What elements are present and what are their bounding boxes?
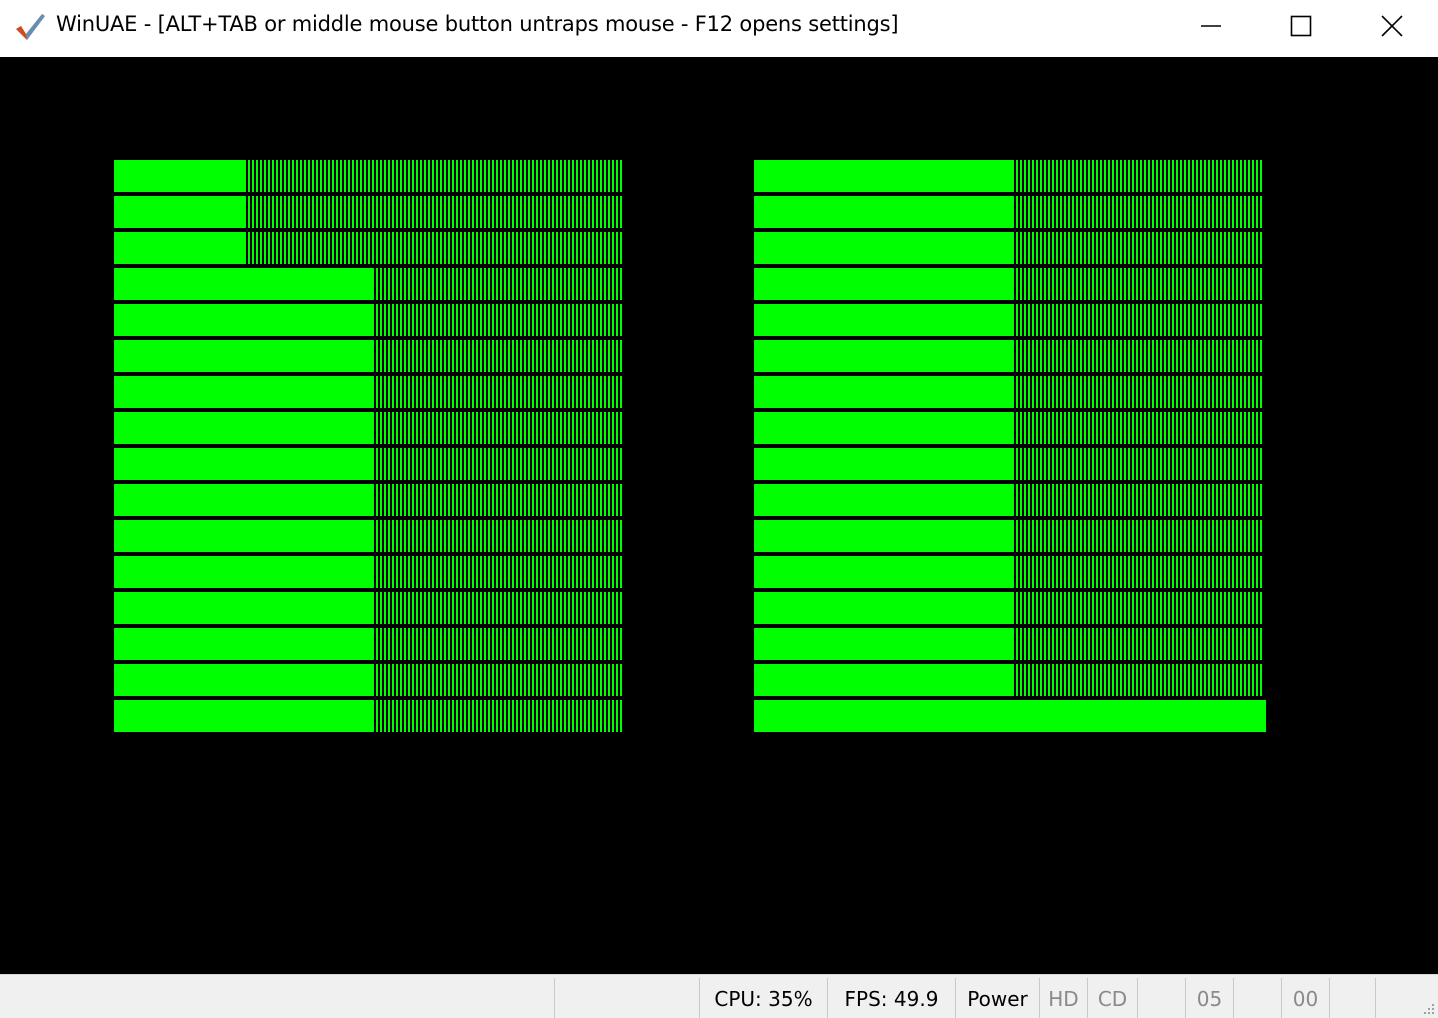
right-stripe-bar bbox=[1016, 196, 1262, 228]
right-solid-bar bbox=[754, 520, 1014, 552]
right-solid-bar bbox=[754, 628, 1014, 660]
status-empty-cell bbox=[554, 978, 699, 1018]
close-icon bbox=[1381, 15, 1403, 37]
right-solid-bar bbox=[754, 304, 1014, 336]
status-spacer bbox=[1233, 978, 1281, 1018]
fps-status: FPS: 49.9 bbox=[827, 978, 955, 1018]
right-stripe-bar bbox=[1016, 412, 1262, 444]
left-stripe-bar bbox=[376, 412, 622, 444]
left-stripe-bar bbox=[376, 520, 622, 552]
left-stripe-bar bbox=[376, 484, 622, 516]
left-solid-bar bbox=[114, 376, 374, 408]
winuae-checkmark-icon bbox=[16, 14, 45, 40]
left-solid-bar bbox=[114, 592, 374, 624]
left-stripe-bar bbox=[376, 376, 622, 408]
window-title: WinUAE - [ALT+TAB or middle mouse button… bbox=[56, 12, 899, 36]
left-stripe-bar bbox=[376, 556, 622, 588]
right-stripe-bar bbox=[1016, 628, 1262, 660]
right-stripe-bar bbox=[1016, 448, 1262, 480]
right-full-bar bbox=[754, 700, 1266, 732]
left-solid-bar bbox=[114, 700, 374, 732]
left-solid-bar bbox=[114, 520, 374, 552]
right-solid-bar bbox=[754, 232, 1014, 264]
left-solid-bar bbox=[114, 412, 374, 444]
right-stripe-bar bbox=[1016, 304, 1262, 336]
cpu-status: CPU: 35% bbox=[699, 978, 827, 1018]
green-bar-pattern bbox=[114, 160, 1266, 732]
resize-grip-icon[interactable] bbox=[1420, 1000, 1436, 1016]
left-solid-bar bbox=[114, 664, 374, 696]
left-stripe-bar bbox=[376, 628, 622, 660]
right-stripe-bar bbox=[1016, 556, 1262, 588]
right-solid-bar bbox=[754, 340, 1014, 372]
left-solid-bar bbox=[114, 268, 374, 300]
left-stripe-bar bbox=[376, 304, 622, 336]
left-stripe-bar bbox=[376, 700, 622, 732]
right-solid-bar bbox=[754, 592, 1014, 624]
status-spacer bbox=[1137, 978, 1185, 1018]
drive-df1-track: 00 bbox=[1281, 978, 1329, 1018]
right-solid-bar bbox=[754, 376, 1014, 408]
right-stripe-bar bbox=[1016, 232, 1262, 264]
left-stripe-bar bbox=[376, 268, 622, 300]
right-stripe-bar bbox=[1016, 376, 1262, 408]
left-solid-bar bbox=[114, 448, 374, 480]
right-solid-bar bbox=[754, 412, 1014, 444]
close-button[interactable] bbox=[1347, 0, 1437, 52]
left-solid-bar bbox=[114, 232, 246, 264]
right-stripe-bar bbox=[1016, 664, 1262, 696]
emulator-display[interactable] bbox=[0, 57, 1438, 974]
left-solid-bar bbox=[114, 340, 374, 372]
maximize-button[interactable] bbox=[1256, 0, 1346, 52]
right-solid-bar bbox=[754, 664, 1014, 696]
left-stripe-bar bbox=[248, 160, 622, 192]
power-led: Power bbox=[955, 978, 1039, 1018]
right-solid-bar bbox=[754, 484, 1014, 516]
minimize-icon bbox=[1201, 25, 1221, 27]
status-bar: CPU: 35% FPS: 49.9 Power HD CD 05 00 bbox=[0, 974, 1438, 1018]
left-solid-bar bbox=[114, 556, 374, 588]
right-stripe-bar bbox=[1016, 592, 1262, 624]
left-stripe-bar bbox=[248, 232, 622, 264]
right-stripe-bar bbox=[1016, 520, 1262, 552]
left-stripe-bar bbox=[376, 592, 622, 624]
left-solid-bar bbox=[114, 628, 374, 660]
left-solid-bar bbox=[114, 484, 374, 516]
right-solid-bar bbox=[754, 448, 1014, 480]
right-solid-bar bbox=[754, 268, 1014, 300]
right-solid-bar bbox=[754, 160, 1014, 192]
status-spacer bbox=[1329, 978, 1375, 1018]
left-stripe-bar bbox=[376, 340, 622, 372]
title-bar[interactable]: WinUAE - [ALT+TAB or middle mouse button… bbox=[0, 0, 1438, 57]
drive-df0-track: 05 bbox=[1185, 978, 1233, 1018]
left-solid-bar bbox=[114, 160, 246, 192]
minimize-button[interactable] bbox=[1166, 0, 1256, 52]
left-stripe-bar bbox=[376, 448, 622, 480]
right-stripe-bar bbox=[1016, 484, 1262, 516]
right-stripe-bar bbox=[1016, 268, 1262, 300]
left-solid-bar bbox=[114, 196, 246, 228]
maximize-icon bbox=[1290, 15, 1312, 37]
right-stripe-bar bbox=[1016, 340, 1262, 372]
winuae-window: WinUAE - [ALT+TAB or middle mouse button… bbox=[0, 0, 1438, 1018]
cd-led: CD bbox=[1087, 978, 1137, 1018]
left-stripe-bar bbox=[376, 664, 622, 696]
left-solid-bar bbox=[114, 304, 374, 336]
right-solid-bar bbox=[754, 556, 1014, 588]
hd-led: HD bbox=[1039, 978, 1087, 1018]
left-stripe-bar bbox=[248, 196, 622, 228]
right-stripe-bar bbox=[1016, 160, 1262, 192]
right-solid-bar bbox=[754, 196, 1014, 228]
